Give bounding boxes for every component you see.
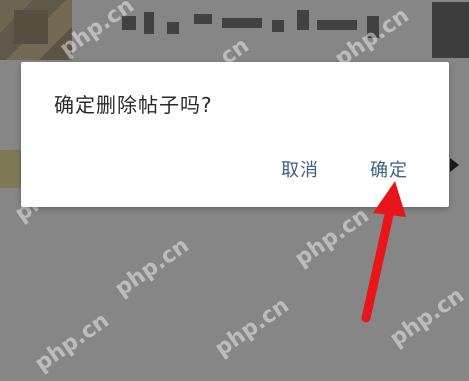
red-arrow-icon bbox=[361, 181, 406, 323]
